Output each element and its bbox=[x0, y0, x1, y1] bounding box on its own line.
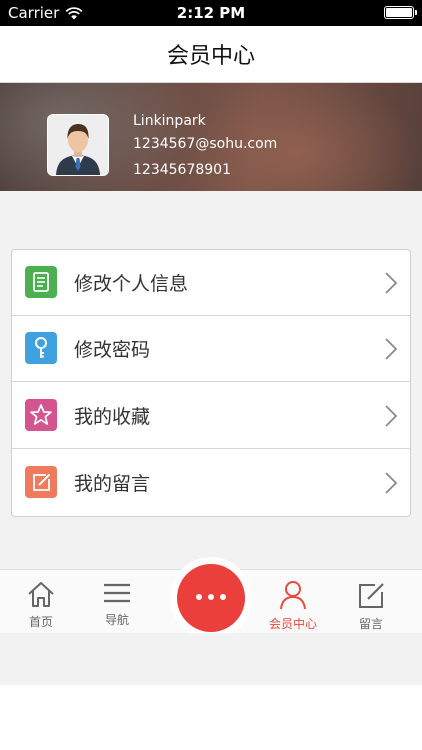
chevron-right-icon bbox=[385, 405, 398, 427]
tab-messages[interactable]: 留言 bbox=[336, 580, 406, 632]
tab-label: 导航 bbox=[104, 613, 129, 627]
member-menu: 修改个人信息 修改密码 我的收藏 我的留言 bbox=[11, 249, 411, 517]
tab-label: 留言 bbox=[358, 617, 383, 631]
tab-home[interactable]: 首页 bbox=[6, 580, 76, 632]
home-icon bbox=[28, 582, 54, 607]
tab-label: 首页 bbox=[28, 615, 53, 629]
profile-banner: Linkinpark 1234567@sohu.com 12345678901 bbox=[0, 83, 422, 191]
chevron-right-icon bbox=[385, 338, 398, 360]
menu-item-my-messages[interactable]: 我的留言 bbox=[12, 450, 410, 516]
avatar[interactable] bbox=[47, 114, 109, 176]
menu-item-my-favorites[interactable]: 我的收藏 bbox=[12, 383, 410, 449]
bottom-spacer bbox=[0, 633, 422, 685]
more-button[interactable] bbox=[177, 564, 245, 632]
chevron-right-icon bbox=[385, 272, 398, 294]
star-icon bbox=[25, 399, 57, 431]
edit-icon bbox=[359, 583, 384, 608]
status-time: 2:12 PM bbox=[176, 4, 246, 22]
menu-item-label: 修改个人信息 bbox=[74, 273, 189, 295]
page-title: 会员中心 bbox=[166, 44, 255, 69]
menu-item-edit-profile[interactable]: 修改个人信息 bbox=[12, 250, 410, 316]
user-icon bbox=[280, 581, 306, 610]
profile-email: 1234567@sohu.com bbox=[133, 136, 278, 152]
chevron-right-icon bbox=[385, 472, 398, 494]
battery-icon bbox=[384, 6, 417, 19]
battery-fill bbox=[386, 8, 412, 17]
menu-item-change-password[interactable]: 修改密码 bbox=[12, 316, 410, 382]
tab-label: 会员中心 bbox=[268, 617, 317, 631]
profile-phone: 12345678901 bbox=[133, 162, 231, 178]
edit-icon bbox=[25, 466, 57, 498]
more-dots-icon bbox=[177, 594, 245, 600]
navigation-bar: 会员中心 bbox=[0, 26, 422, 83]
profile-username: Linkinpark bbox=[133, 113, 206, 129]
tab-navigation[interactable]: 导航 bbox=[82, 580, 152, 632]
document-icon bbox=[25, 266, 57, 298]
menu-icon bbox=[104, 583, 130, 603]
businessman-avatar-icon bbox=[48, 115, 108, 175]
status-bar: Carrier 2:12 PM bbox=[0, 0, 422, 26]
menu-item-label: 我的留言 bbox=[74, 473, 151, 495]
menu-item-label: 修改密码 bbox=[74, 339, 151, 361]
battery-nub bbox=[415, 10, 417, 15]
key-icon bbox=[25, 332, 57, 364]
tab-member-center[interactable]: 会员中心 bbox=[258, 580, 328, 632]
menu-item-label: 我的收藏 bbox=[74, 406, 151, 428]
